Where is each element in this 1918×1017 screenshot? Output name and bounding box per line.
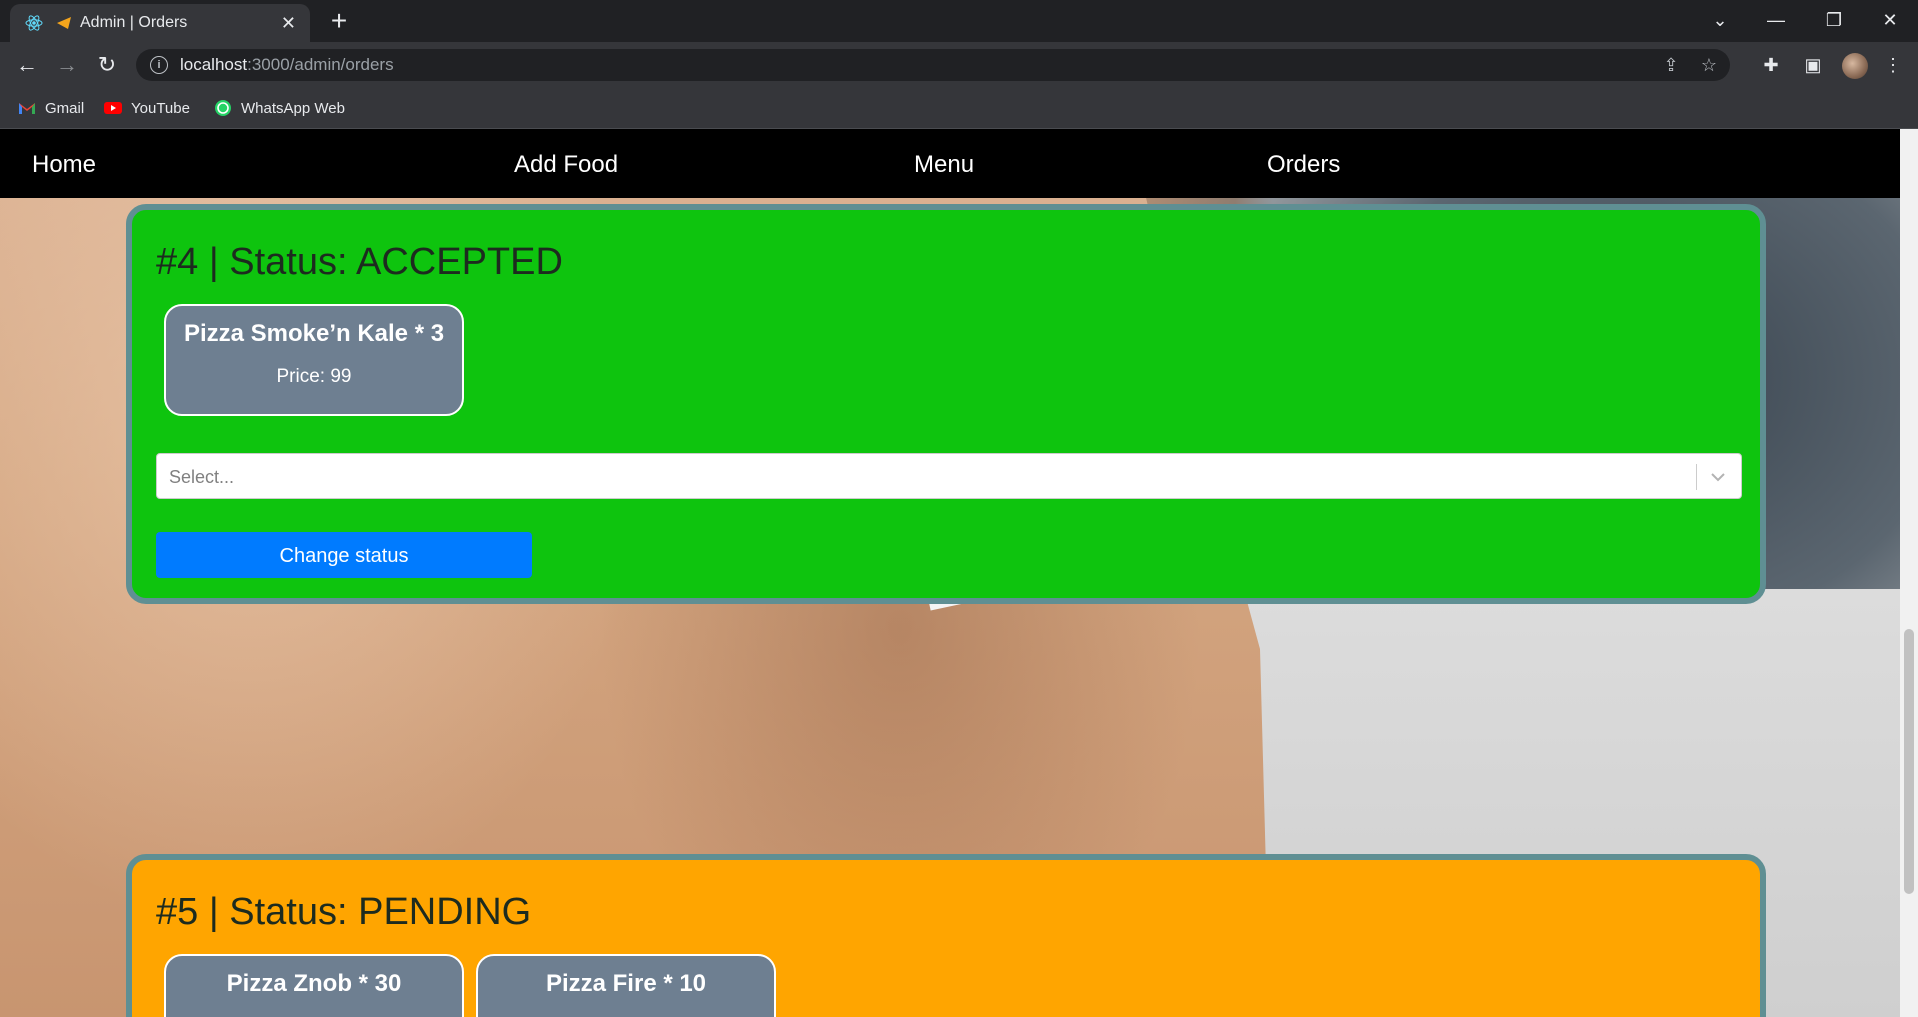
status-select[interactable]: Select... — [156, 453, 1742, 499]
select-placeholder: Select... — [169, 467, 235, 487]
new-tab-icon[interactable]: + — [324, 6, 354, 36]
top-navbar: Home Add Food Menu Orders — [0, 129, 1900, 198]
react-icon — [25, 15, 43, 31]
extensions-icon[interactable]: ✚ — [1758, 52, 1784, 78]
restore-icon[interactable]: ❐ — [1820, 8, 1848, 32]
bookmark-star-icon[interactable]: ☆ — [1698, 55, 1720, 75]
order-item-card: Pizza Fire * 10 — [476, 954, 776, 1017]
bookmark-label: WhatsApp Web — [241, 99, 345, 117]
bookmarks-bar: Gmail YouTube WhatsApp Web — [0, 88, 1918, 129]
bookmark-label: YouTube — [131, 99, 190, 117]
nav-menu[interactable]: Menu — [914, 151, 974, 179]
browser-tab-active[interactable]: Admin | Orders ✕ — [10, 4, 310, 42]
gmail-icon — [19, 103, 35, 114]
bookmark-label: Gmail — [45, 99, 85, 117]
scrollbar-thumb[interactable] — [1904, 629, 1914, 894]
share-icon[interactable]: ⇪ — [1660, 55, 1682, 75]
order-card: #5 | Status: PENDING Pizza Znob * 30 Piz… — [126, 854, 1766, 1017]
tab-search-icon[interactable]: ⌄ — [1706, 8, 1734, 32]
reload-icon[interactable]: ↻ — [92, 50, 122, 80]
nav-orders[interactable]: Orders — [1267, 151, 1340, 179]
page-scrollbar[interactable] — [1900, 129, 1918, 1017]
minimize-icon[interactable]: — — [1762, 8, 1790, 32]
profile-avatar[interactable] — [1842, 53, 1868, 79]
chevron-down-icon[interactable] — [1707, 464, 1729, 490]
order-title: #5 | Status: PENDING — [156, 891, 532, 933]
item-price: Price: 99 — [276, 366, 352, 387]
order-item-card: Pizza Znob * 30 — [164, 954, 464, 1017]
item-name: Pizza Fire * 10 — [545, 970, 707, 997]
order-title: #4 | Status: ACCEPTED — [156, 241, 563, 283]
nav-home[interactable]: Home — [32, 151, 96, 179]
tab-title: Admin | Orders — [80, 14, 188, 31]
item-name: Pizza Smoke’n Kale * 3 — [183, 320, 445, 347]
back-icon[interactable]: ← — [12, 50, 42, 80]
change-status-button[interactable]: Change status — [156, 532, 532, 578]
page-viewport: Home Add Food Menu Orders #4 | Status: A… — [0, 129, 1900, 1017]
item-name: Pizza Znob * 30 — [226, 970, 402, 997]
site-favicon-icon — [57, 17, 71, 29]
nav-add-food[interactable]: Add Food — [514, 151, 618, 179]
order-card: #4 | Status: ACCEPTED Pizza Smoke’n Kale… — [126, 204, 1766, 604]
youtube-icon — [104, 102, 122, 114]
whatsapp-icon — [215, 100, 231, 116]
browser-tab-strip: Admin | Orders ✕ + ⌄ — ❐ ✕ — [0, 0, 1918, 42]
select-separator — [1696, 464, 1697, 490]
order-item-card: Pizza Smoke’n Kale * 3 Price: 99 — [164, 304, 464, 416]
close-window-icon[interactable]: ✕ — [1876, 8, 1904, 32]
bookmark-youtube[interactable]: YouTube — [104, 98, 190, 118]
browser-toolbar: ← → ↻ i localhost:3000/admin/orders ⇪ ☆ … — [0, 42, 1918, 88]
bookmark-whatsapp[interactable]: WhatsApp Web — [214, 98, 345, 118]
url-text: localhost:3000/admin/orders — [180, 55, 394, 74]
address-bar[interactable]: i localhost:3000/admin/orders ⇪ ☆ — [136, 49, 1730, 81]
site-info-icon[interactable]: i — [150, 56, 168, 74]
bookmark-gmail[interactable]: Gmail — [18, 98, 84, 118]
forward-icon[interactable]: → — [52, 50, 82, 80]
tab-close-icon[interactable]: ✕ — [281, 14, 296, 32]
side-panel-icon[interactable]: ▣ — [1800, 52, 1826, 78]
menu-kebab-icon[interactable]: ⋮ — [1880, 52, 1906, 78]
